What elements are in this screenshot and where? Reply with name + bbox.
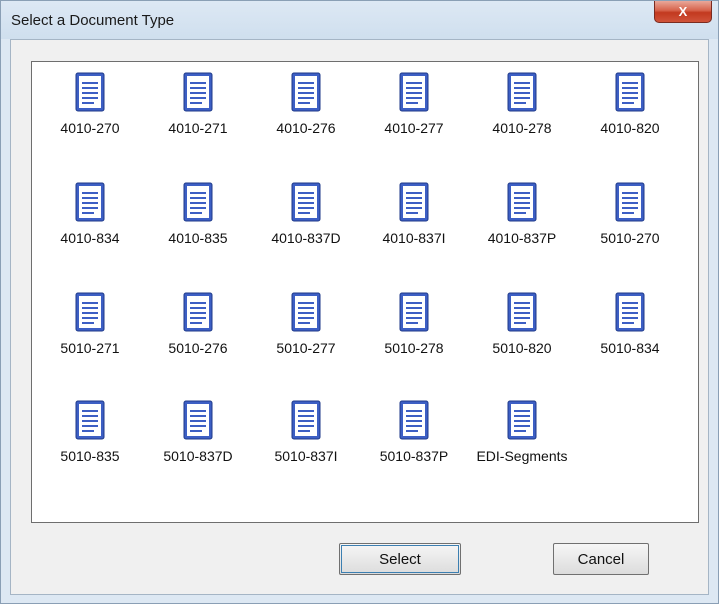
document-icon — [183, 400, 213, 440]
close-icon: X — [678, 4, 688, 19]
document-type-label: 4010-820 — [600, 120, 660, 136]
document-icon — [507, 72, 537, 112]
document-type-label: 4010-278 — [492, 120, 552, 136]
document-type-item[interactable]: 4010-820 — [580, 72, 680, 162]
close-button[interactable]: X — [654, 1, 712, 23]
document-type-label: 4010-277 — [384, 120, 444, 136]
document-type-item[interactable]: 5010-276 — [148, 292, 248, 382]
document-icon — [75, 400, 105, 440]
document-type-label: 5010-270 — [600, 230, 660, 246]
document-type-item[interactable]: 5010-277 — [256, 292, 356, 382]
document-icon — [399, 292, 429, 332]
document-icon — [507, 400, 537, 440]
document-icon — [615, 292, 645, 332]
document-icon — [399, 182, 429, 222]
document-type-item[interactable]: 4010-837P — [472, 182, 572, 272]
document-type-item[interactable]: 4010-837I — [364, 182, 464, 272]
cancel-button[interactable]: Cancel — [553, 543, 649, 575]
document-type-label: 5010-820 — [492, 340, 552, 356]
document-icon — [291, 400, 321, 440]
document-type-item[interactable]: 5010-835 — [40, 400, 140, 490]
document-type-item[interactable]: 4010-276 — [256, 72, 356, 162]
document-type-label: 5010-276 — [168, 340, 228, 356]
document-type-label: 4010-270 — [60, 120, 120, 136]
document-type-item[interactable]: 5010-270 — [580, 182, 680, 272]
document-type-item[interactable]: 5010-278 — [364, 292, 464, 382]
document-type-item[interactable]: 4010-837D — [256, 182, 356, 272]
document-type-label: 4010-837I — [382, 230, 446, 246]
document-icon — [399, 400, 429, 440]
document-type-item[interactable]: 4010-834 — [40, 182, 140, 272]
document-type-item[interactable]: 5010-820 — [472, 292, 572, 382]
document-icon — [615, 182, 645, 222]
document-icon — [183, 182, 213, 222]
document-type-label: 5010-278 — [384, 340, 444, 356]
document-type-label: 4010-837D — [271, 230, 341, 246]
document-type-item[interactable]: 4010-278 — [472, 72, 572, 162]
document-type-item[interactable]: 5010-271 — [40, 292, 140, 382]
document-icon — [75, 72, 105, 112]
dialog-client-area: 4010-270 4010-271 4010-276 4010-277 4010-278… — [10, 39, 709, 595]
document-icon — [75, 182, 105, 222]
document-type-item[interactable]: 5010-834 — [580, 292, 680, 382]
dialog-title: Select a Document Type — [11, 12, 175, 29]
document-type-label: EDI-Segments — [476, 448, 568, 464]
document-icon — [291, 182, 321, 222]
document-type-label: 5010-834 — [600, 340, 660, 356]
document-type-item[interactable]: 5010-837D — [148, 400, 248, 490]
document-type-item[interactable]: 5010-837I — [256, 400, 356, 490]
document-icon — [291, 292, 321, 332]
document-type-label: 4010-276 — [276, 120, 336, 136]
document-icon — [183, 72, 213, 112]
document-type-label: 5010-835 — [60, 448, 120, 464]
document-type-item[interactable]: 4010-271 — [148, 72, 248, 162]
document-type-label: 4010-271 — [168, 120, 228, 136]
document-icon — [75, 292, 105, 332]
document-type-label: 4010-834 — [60, 230, 120, 246]
document-type-label: 5010-271 — [60, 340, 120, 356]
document-type-list[interactable]: 4010-270 4010-271 4010-276 4010-277 4010-278… — [31, 61, 699, 523]
document-type-item[interactable]: 4010-270 — [40, 72, 140, 162]
document-icon — [615, 72, 645, 112]
document-type-item[interactable]: EDI-Segments — [472, 400, 572, 490]
document-type-item[interactable]: 5010-837P — [364, 400, 464, 490]
document-type-label: 5010-837D — [163, 448, 233, 464]
document-icon — [183, 292, 213, 332]
select-document-type-dialog: Select a Document Type X 4010-270 4010-27… — [0, 0, 719, 604]
document-type-item[interactable]: 4010-277 — [364, 72, 464, 162]
document-icon — [399, 72, 429, 112]
document-type-label: 5010-277 — [276, 340, 336, 356]
document-type-label: 5010-837P — [379, 448, 449, 464]
select-button[interactable]: Select — [339, 543, 461, 575]
document-type-label: 4010-835 — [168, 230, 228, 246]
document-icon — [291, 72, 321, 112]
document-type-label: 4010-837P — [487, 230, 557, 246]
document-type-item[interactable]: 4010-835 — [148, 182, 248, 272]
document-type-label: 5010-837I — [274, 448, 338, 464]
title-bar[interactable]: Select a Document Type X — [1, 1, 718, 39]
document-icon — [507, 292, 537, 332]
document-icon — [507, 182, 537, 222]
